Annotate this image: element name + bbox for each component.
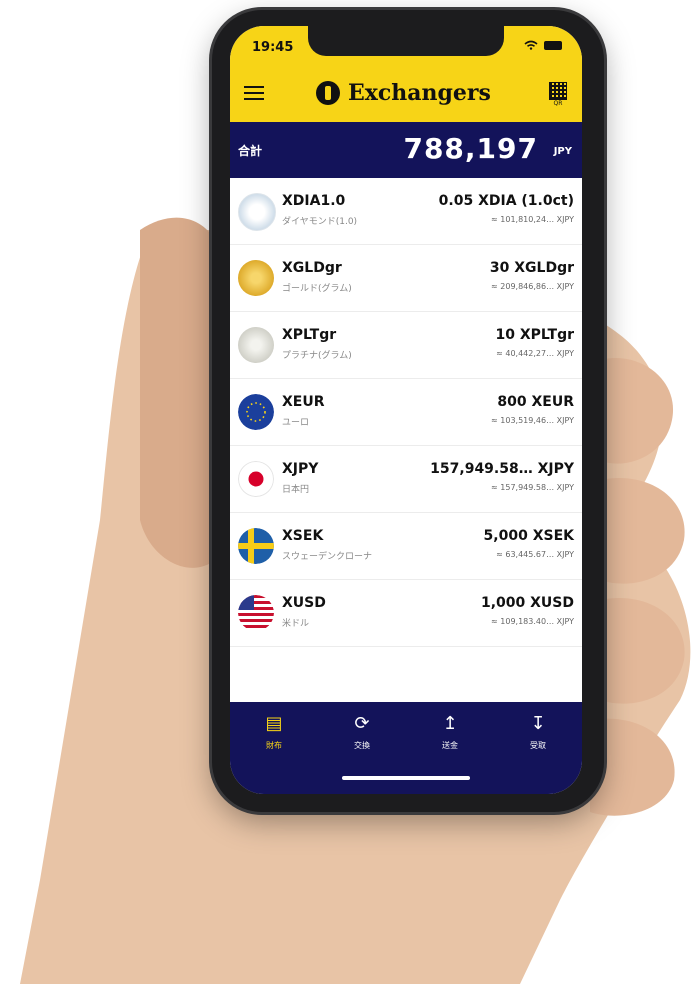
asset-amount: 157,949.58… XJPY xyxy=(430,461,574,477)
bottom-tab-bar: ▤ 財布 ⟳ 交換 ↥ 送金 ↧ 受取 xyxy=(230,702,582,794)
eu-flag-icon xyxy=(238,394,274,430)
tab-send[interactable]: ↥ 送金 xyxy=(406,702,494,794)
tab-label: 交換 xyxy=(354,741,370,750)
tab-label: 受取 xyxy=(530,741,546,750)
asset-name: 米ドル xyxy=(282,619,310,629)
asset-converted: ≈ 209,846,86… XJPY xyxy=(491,282,574,291)
asset-row-xgld[interactable]: XGLDgr ゴールド(グラム) 30 XGLDgr ≈ 209,846,86…… xyxy=(230,245,582,312)
asset-symbol: XJPY xyxy=(282,461,319,477)
tab-receive[interactable]: ↧ 受取 xyxy=(494,702,582,794)
total-balance-bar: 合計 788,197 JPY xyxy=(230,122,582,178)
tab-exchange[interactable]: ⟳ 交換 xyxy=(318,702,406,794)
asset-amount: 1,000 XUSD xyxy=(480,595,574,611)
asset-name: 日本円 xyxy=(282,485,310,495)
asset-name: ダイヤモンド(1.0) xyxy=(282,217,358,227)
tab-label: 送金 xyxy=(442,741,458,750)
asset-symbol: XPLTgr xyxy=(282,327,337,343)
brand-name: Exchangers xyxy=(348,80,491,106)
asset-list: XDIA1.0 ダイヤモンド(1.0) 0.05 XDIA (1.0ct) ≈ … xyxy=(230,178,582,647)
platinum-coin-icon xyxy=(238,327,274,363)
asset-name: ユーロ xyxy=(282,418,310,428)
battery-icon xyxy=(544,40,562,50)
asset-amount: 5,000 XSEK xyxy=(483,528,574,544)
asset-row-xjpy[interactable]: XJPY 日本円 157,949.58… XJPY ≈ 157,949.58… … xyxy=(230,446,582,513)
asset-converted: ≈ 63,445.67… XJPY xyxy=(496,550,574,559)
asset-converted: ≈ 157,949.58… XJPY xyxy=(491,483,574,492)
asset-converted: ≈ 40,442,27… XJPY xyxy=(496,349,574,358)
app-screen: 19:45 Exchangers QR 合計 788,197 JPY XDIA1… xyxy=(230,26,582,794)
qr-button[interactable]: QR xyxy=(548,82,568,108)
asset-row-xdia[interactable]: XDIA1.0 ダイヤモンド(1.0) 0.05 XDIA (1.0ct) ≈ … xyxy=(230,178,582,245)
tab-wallet[interactable]: ▤ 財布 xyxy=(230,702,318,794)
asset-symbol: XDIA1.0 xyxy=(282,193,346,209)
menu-icon-bar xyxy=(244,98,264,100)
brand: Exchangers xyxy=(316,80,491,106)
us-flag-icon xyxy=(238,595,274,631)
sweden-flag-icon xyxy=(238,528,274,564)
notch xyxy=(308,26,504,56)
asset-converted: ≈ 103,519,46… XJPY xyxy=(491,416,574,425)
wallet-icon: ▤ xyxy=(265,713,283,734)
asset-converted: ≈ 101,810,24… XJPY xyxy=(491,215,574,224)
tab-label: 財布 xyxy=(266,741,282,750)
asset-name: ゴールド(グラム) xyxy=(282,284,352,294)
total-label: 合計 xyxy=(238,144,263,158)
asset-row-xsek[interactable]: XSEK スウェーデンクローナ 5,000 XSEK ≈ 63,445.67… … xyxy=(230,513,582,580)
asset-row-xusd[interactable]: XUSD 米ドル 1,000 XUSD ≈ 109,183.40… XJPY xyxy=(230,580,582,647)
asset-symbol: XGLDgr xyxy=(282,260,342,276)
status-icons xyxy=(524,40,562,50)
asset-name: スウェーデンクローナ xyxy=(282,552,373,562)
diamond-icon xyxy=(238,193,276,231)
asset-symbol: XSEK xyxy=(282,528,324,544)
total-amount: 788,197 xyxy=(403,132,538,165)
menu-icon-bar xyxy=(244,92,264,94)
menu-button[interactable] xyxy=(244,86,264,102)
asset-row-xeur[interactable]: XEUR ユーロ 800 XEUR ≈ 103,519,46… XJPY xyxy=(230,379,582,446)
menu-icon-bar xyxy=(244,86,264,88)
asset-amount: 30 XGLDgr xyxy=(489,260,574,276)
exchange-icon: ⟳ xyxy=(354,713,370,734)
qr-code-icon xyxy=(549,82,567,100)
receive-icon: ↧ xyxy=(530,713,546,734)
asset-amount: 800 XEUR xyxy=(497,394,574,410)
wifi-icon xyxy=(524,40,538,50)
qr-label: QR xyxy=(553,100,563,107)
asset-row-xplt[interactable]: XPLTgr プラチナ(グラム) 10 XPLTgr ≈ 40,442,27… … xyxy=(230,312,582,379)
asset-symbol: XEUR xyxy=(282,394,325,410)
brand-logo-icon xyxy=(316,81,340,105)
asset-symbol: XUSD xyxy=(282,595,326,611)
home-indicator xyxy=(342,776,470,780)
total-unit: JPY xyxy=(553,146,572,157)
japan-flag-icon xyxy=(238,461,274,497)
asset-amount: 10 XPLTgr xyxy=(495,327,575,343)
send-icon: ↥ xyxy=(442,713,458,734)
status-time: 19:45 xyxy=(252,40,294,55)
asset-name: プラチナ(グラム) xyxy=(282,351,352,361)
asset-amount: 0.05 XDIA (1.0ct) xyxy=(438,193,574,209)
asset-converted: ≈ 109,183.40… XJPY xyxy=(491,617,574,626)
gold-coin-icon xyxy=(238,260,274,296)
